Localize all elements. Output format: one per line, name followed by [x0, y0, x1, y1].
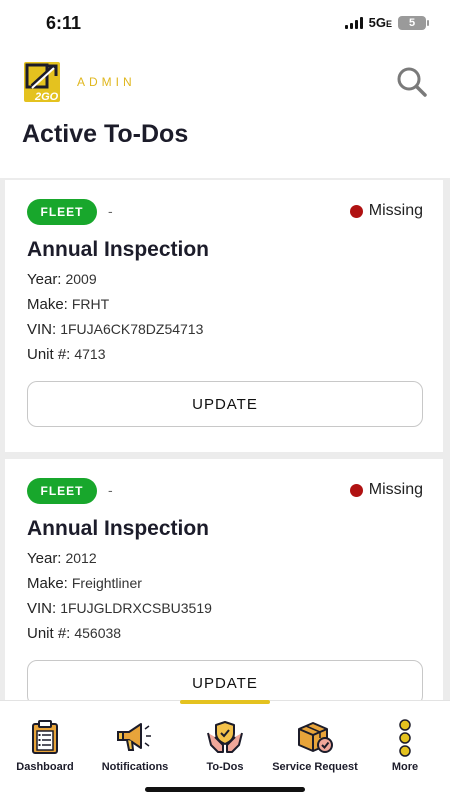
active-tab-indicator — [180, 700, 270, 704]
unit-label: Unit #: — [27, 346, 71, 363]
tab-service-request[interactable]: Service Request — [270, 719, 360, 773]
tab-label: Dashboard — [16, 761, 74, 773]
year-field: Year: 2009 — [27, 271, 423, 288]
year-field: Year: 2012 — [27, 550, 423, 567]
admin-label: ADMIN — [77, 75, 136, 89]
status-label: Missing — [368, 202, 423, 219]
tab-more[interactable]: More — [360, 719, 450, 773]
unit-field: Unit #: 456038 — [27, 625, 423, 642]
vin-field: VIN: 1FUJA6CK78DZ54713 — [27, 321, 423, 338]
make-label: Make: — [27, 296, 68, 313]
vin-label: VIN: — [27, 321, 57, 338]
tab-notifications[interactable]: Notifications — [90, 719, 180, 773]
update-button[interactable]: UPDATE — [27, 660, 423, 700]
make-value: Freightliner — [71, 575, 142, 591]
make-field: Make: Freightliner — [27, 575, 423, 592]
battery-icon: 5 — [398, 15, 429, 30]
make-label: Make: — [27, 575, 68, 592]
year-label: Year: — [27, 271, 62, 288]
vin-label: VIN: — [27, 600, 57, 617]
unit-label: Unit #: — [27, 625, 71, 642]
category-badge: FLEET — [27, 199, 97, 225]
tab-label: To-Dos — [206, 761, 244, 773]
clipboard-icon — [32, 720, 58, 754]
status-time: 6:11 — [46, 13, 82, 33]
year-value: 2009 — [65, 271, 97, 287]
tab-to-dos[interactable]: To-Dos — [180, 719, 270, 773]
todo-title: Annual Inspection — [27, 517, 210, 540]
tab-dashboard[interactable]: Dashboard — [0, 719, 90, 773]
app-logo: 2GO — [24, 62, 60, 103]
card-separator: - — [108, 482, 113, 498]
page-title: Active To-Dos — [22, 120, 189, 148]
year-label: Year: — [27, 550, 62, 567]
tab-label: Notifications — [101, 761, 169, 773]
box-check-icon — [298, 722, 333, 753]
status-indicator: Missing — [349, 481, 423, 499]
unit-field: Unit #: 4713 — [27, 346, 423, 363]
logo-text: 2GO — [34, 91, 59, 102]
status-dot-icon — [349, 204, 363, 218]
vin-field: VIN: 1FUJGLDRXCSBU3519 — [27, 600, 423, 617]
todo-title: Annual Inspection — [27, 238, 210, 261]
home-indicator — [145, 787, 305, 792]
card-header: FLEET - Missing — [25, 198, 423, 228]
status-bar: 6:11 5GE 5 — [0, 0, 450, 50]
card-separator: - — [108, 203, 113, 219]
todo-card: FLEET - Missing Annual Inspection Year: 2… — [5, 180, 443, 452]
category-badge: FLEET — [27, 478, 97, 504]
vin-value: 1FUJGLDRXCSBU3519 — [60, 600, 212, 616]
tab-label: Service Request — [272, 761, 358, 773]
vin-value: 1FUJA6CK78DZ54713 — [60, 321, 204, 337]
megaphone-icon — [117, 723, 151, 751]
todo-card: FLEET - Missing Annual Inspection Year: 2… — [5, 459, 443, 700]
unit-value: 4713 — [74, 346, 106, 362]
network-type: 5GE — [369, 15, 392, 30]
signal-icon — [344, 16, 363, 29]
network-suffix: E — [385, 19, 392, 29]
year-value: 2012 — [65, 550, 97, 566]
dots-vertical-icon — [399, 719, 411, 757]
status-indicators: 5GE 5 — [344, 15, 429, 30]
bottom-tab-bar: Dashboard Notifications To-Dos Service R… — [0, 700, 450, 800]
search-icon[interactable] — [396, 66, 428, 98]
make-value: FRHT — [71, 296, 110, 312]
todo-list[interactable]: FLEET - Missing Annual Inspection Year: 2… — [0, 178, 450, 700]
update-button[interactable]: UPDATE — [27, 381, 423, 427]
status-indicator: Missing — [349, 202, 423, 220]
network-label: 5G — [368, 15, 386, 30]
status-label: Missing — [368, 481, 423, 498]
app-header: 2GO ADMIN Active To-Dos — [0, 50, 450, 178]
tab-label: More — [391, 761, 419, 773]
status-dot-icon — [349, 483, 363, 497]
unit-value: 456038 — [74, 625, 122, 641]
card-header: FLEET - Missing — [25, 477, 423, 507]
hands-shield-icon — [207, 721, 243, 753]
make-field: Make: FRHT — [27, 296, 423, 313]
